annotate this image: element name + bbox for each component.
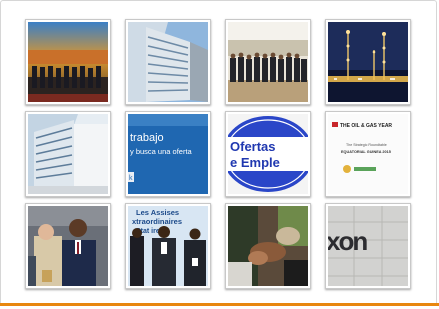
handshake-image xyxy=(228,206,308,286)
svg-text:k: k xyxy=(129,175,133,182)
assises-text-1: Les Assises xyxy=(136,208,179,217)
oil-gas-year-country: EQUATORIAL GUINEA 2015 xyxy=(341,150,391,154)
thumbnail-job-offers[interactable]: Ofertas e Emple xyxy=(225,111,311,197)
thumbnail-office-building[interactable] xyxy=(125,19,211,105)
officials-image xyxy=(28,206,108,286)
assises-image: Les Assises xtraordinaires Stat ires xyxy=(128,206,208,286)
refinery-night-image xyxy=(328,22,408,102)
bottom-accent-bar xyxy=(0,303,439,306)
thumbnail-officials[interactable] xyxy=(25,203,111,289)
job-banner-text-title: trabajo xyxy=(130,132,164,144)
thumbnail-refinery-night[interactable] xyxy=(325,19,411,105)
office-building-image xyxy=(128,22,208,102)
thumbnail-handshake[interactable] xyxy=(225,203,311,289)
oil-gas-year-title: THE OIL & GAS YEAR xyxy=(340,123,392,129)
job-offers-image: Ofertas e Emple xyxy=(228,114,308,194)
group-photo-image xyxy=(228,22,308,102)
thumbnail-job-banner[interactable]: trabajo y busca una oferta k xyxy=(125,111,211,197)
thumbnail-oil-gas-year[interactable]: THE OIL & GAS YEAR The Strategic Roundta… xyxy=(325,111,411,197)
exxon-sign-image: xon xyxy=(328,206,408,286)
thumbnail-group-photo[interactable] xyxy=(225,19,311,105)
oil-gas-year-image: THE OIL & GAS YEAR The Strategic Roundta… xyxy=(328,114,408,194)
job-banner-text-subtitle: y busca una oferta xyxy=(130,147,193,156)
job-offers-text-empleo: e Emple xyxy=(230,155,280,170)
job-offers-text-ofertas: Ofertas xyxy=(230,139,276,154)
thumbnail-exxon-sign[interactable]: xon xyxy=(325,203,411,289)
oil-gas-year-subtitle: The Strategic Roundtable xyxy=(346,143,387,147)
thumbnail-assises[interactable]: Les Assises xtraordinaires Stat ires xyxy=(125,203,211,289)
thumbnail-office-building-2[interactable] xyxy=(25,111,111,197)
exxon-sign-text: xon xyxy=(328,226,367,256)
thumbnail-conference-stage[interactable] xyxy=(25,19,111,105)
conference-stage-image xyxy=(28,22,108,102)
office-building-image-2 xyxy=(28,114,108,194)
job-banner-image: trabajo y busca una oferta k xyxy=(128,114,208,194)
assises-text-2: xtraordinaires xyxy=(132,217,182,226)
